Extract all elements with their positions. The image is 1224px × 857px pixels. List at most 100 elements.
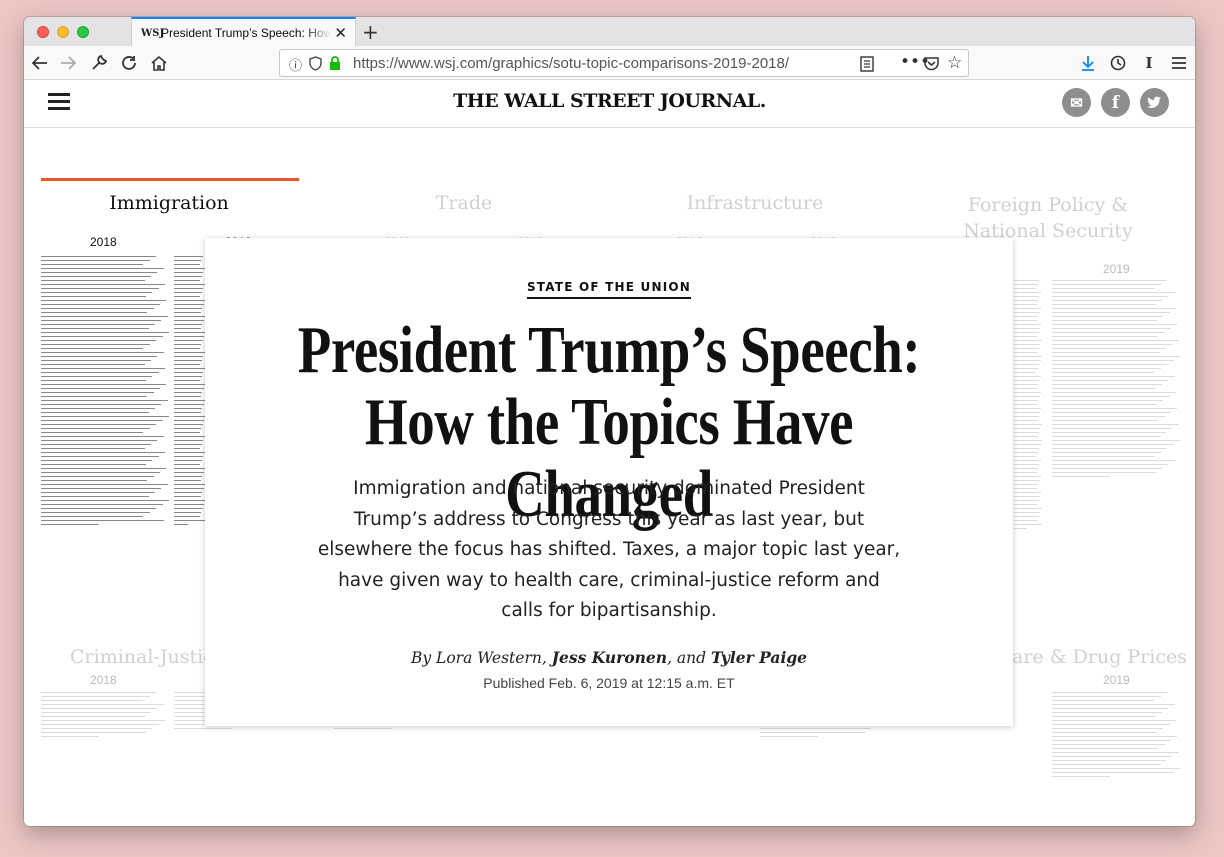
back-button[interactable] [28, 51, 52, 75]
text-line [1052, 376, 1175, 377]
minimize-window-button[interactable] [57, 26, 69, 38]
email-share-icon[interactable]: ✉ [1062, 88, 1091, 117]
text-line [174, 444, 202, 445]
text-line [41, 716, 145, 717]
url-text[interactable]: https://www.wsj.com/graphics/sotu-topic-… [353, 55, 789, 72]
pocket-icon[interactable] [924, 56, 939, 71]
text-line [174, 380, 201, 381]
home-button[interactable] [147, 51, 171, 75]
wsj-logo[interactable]: THE WALL STREET JOURNAL. [24, 90, 1195, 112]
text-line [41, 392, 154, 393]
reader-view-icon[interactable] [860, 56, 874, 72]
text-line [1014, 284, 1038, 285]
text-line [1014, 392, 1042, 393]
text-line [174, 340, 203, 341]
author-link[interactable]: Jess Kuronen [552, 648, 667, 667]
text-line [174, 520, 205, 521]
text-line [1052, 316, 1164, 317]
text-line [1052, 348, 1166, 349]
text-line [41, 372, 159, 373]
arrow-right-icon [61, 56, 77, 70]
menu-icon [1172, 57, 1186, 69]
author-link[interactable]: Lora Western [436, 649, 542, 667]
text-line [41, 708, 158, 709]
text-line [41, 460, 153, 461]
new-tab-button[interactable]: + [362, 20, 379, 44]
publish-timestamp: Published Feb. 6, 2019 at 12:15 a.m. ET [483, 675, 735, 691]
text-line [1052, 720, 1177, 721]
text-line [41, 380, 146, 381]
text-line [1014, 316, 1039, 317]
facebook-share-icon[interactable]: f [1101, 88, 1130, 117]
close-window-button[interactable] [37, 26, 49, 38]
text-line [1052, 400, 1164, 401]
text-line [1052, 284, 1161, 285]
reload-button[interactable] [117, 51, 141, 75]
section-kicker[interactable]: STATE OF THE UNION [205, 276, 1013, 299]
text-line [1052, 752, 1179, 753]
text-line [41, 444, 152, 445]
text-line [174, 364, 200, 365]
text-line [174, 332, 206, 333]
text-line [1052, 712, 1163, 713]
tools-button[interactable] [87, 51, 111, 75]
topic-title-trade[interactable]: Trade [359, 192, 569, 214]
tab-close-icon[interactable]: ✕ [334, 24, 347, 42]
text-line [174, 308, 203, 309]
topic-title-foreign-policy[interactable]: Foreign Policy & National Security [942, 192, 1154, 244]
text-line [1014, 448, 1040, 449]
text-line [1014, 508, 1042, 509]
text-line [174, 452, 206, 453]
text-line [1014, 520, 1038, 521]
history-icon [1110, 55, 1126, 71]
extension-icon[interactable]: I [1137, 51, 1161, 75]
author-link[interactable]: Tyler Paige [711, 648, 807, 667]
downloads-button[interactable] [1076, 51, 1100, 75]
info-icon[interactable]: ⓘ [289, 55, 302, 74]
text-line [1052, 472, 1156, 473]
star-bookmark-icon[interactable]: ☆ [947, 53, 962, 73]
text-line [1052, 476, 1110, 477]
topic-title-health-care[interactable]: are & Drug Prices [1012, 646, 1192, 668]
twitter-share-icon[interactable] [1140, 88, 1169, 117]
text-line [174, 336, 205, 337]
forward-button[interactable] [56, 51, 80, 75]
text-line [1052, 440, 1180, 441]
topic-title-infrastructure[interactable]: Infrastructure [650, 192, 860, 214]
text-line [1014, 396, 1040, 397]
text-line [1052, 428, 1173, 429]
text-line [1014, 300, 1039, 301]
tracking-shield-icon[interactable] [309, 56, 322, 71]
nav-bar: ⓘ https://www.wsj.com/graphics/sotu-topi… [24, 46, 1195, 80]
lock-icon[interactable] [329, 56, 341, 71]
text-line [1052, 764, 1160, 765]
text-line [41, 312, 148, 313]
wsj-favicon-icon: WSJ [141, 27, 165, 39]
text-line [41, 384, 167, 385]
text-line [1052, 392, 1177, 393]
topic-title-immigration[interactable]: Immigration [64, 192, 274, 214]
text-line [1014, 452, 1038, 453]
text-line [174, 256, 203, 257]
url-bar[interactable]: ⓘ https://www.wsj.com/graphics/sotu-topi… [279, 49, 969, 77]
text-line [1052, 324, 1178, 325]
text-line [41, 272, 158, 273]
text-line [41, 728, 153, 729]
text-line [1014, 352, 1038, 353]
tab-active[interactable]: WSJ President Trump’s Speech: How the To… [131, 17, 356, 47]
history-button[interactable] [1106, 51, 1130, 75]
maximize-window-button[interactable] [77, 26, 89, 38]
home-icon [151, 55, 167, 71]
menu-button[interactable] [1167, 51, 1191, 75]
text-line [41, 496, 149, 497]
text-line [1052, 736, 1178, 737]
text-line [41, 400, 168, 401]
text-line [41, 508, 157, 509]
text-line [41, 700, 144, 701]
speech-text-health-care-2019 [1052, 692, 1180, 780]
text-line [41, 484, 168, 485]
text-line [41, 304, 161, 305]
text-line [174, 432, 200, 433]
text-line [174, 460, 202, 461]
text-line [1014, 372, 1037, 373]
